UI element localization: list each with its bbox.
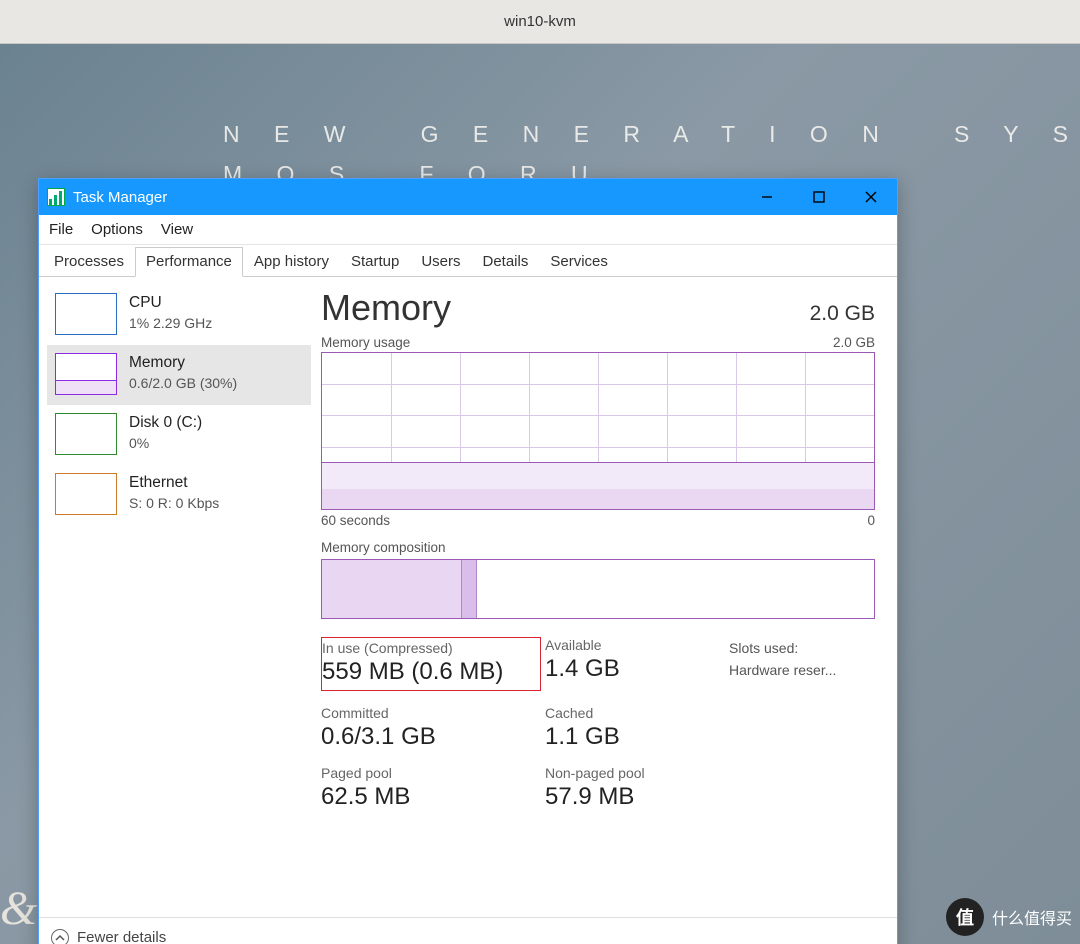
stat-value: 62.5 MB (321, 783, 541, 811)
menu-view[interactable]: View (161, 221, 193, 238)
tab-users[interactable]: Users (410, 247, 471, 276)
stat-label: In use (Compressed) (322, 640, 534, 656)
stat-label: Committed (321, 705, 541, 721)
memory-usage-chart[interactable] (321, 352, 875, 510)
memory-stats: In use (Compressed) 559 MB (0.6 MB) Avai… (321, 637, 875, 811)
window-body: CPU 1% 2.29 GHz Memory 0.6/2.0 GB (30%) … (39, 277, 897, 917)
stat-value: 559 MB (0.6 MB) (322, 658, 534, 686)
cpu-thumbnail-icon (55, 293, 117, 335)
stat-cached: Cached 1.1 GB (545, 705, 725, 751)
sidebar-item-ethernet[interactable]: Ethernet S: 0 R: 0 Kbps (47, 465, 311, 525)
stat-label: Cached (545, 705, 725, 721)
sidebar: CPU 1% 2.29 GHz Memory 0.6/2.0 GB (30%) … (39, 277, 311, 917)
stat-slots: Slots used: Hardware reser... (729, 637, 875, 691)
stat-nonpaged: Non-paged pool 57.9 MB (545, 765, 725, 811)
usage-chart-label: Memory usage (321, 335, 410, 350)
sidebar-item-memory[interactable]: Memory 0.6/2.0 GB (30%) (47, 345, 311, 405)
stat-value: 1.4 GB (545, 655, 725, 683)
usage-fill-dark (322, 489, 874, 509)
task-manager-icon (47, 188, 65, 206)
stat-in-use: In use (Compressed) 559 MB (0.6 MB) (321, 637, 541, 691)
sidebar-item-cpu[interactable]: CPU 1% 2.29 GHz (47, 285, 311, 345)
sidebar-item-sub: 1% 2.29 GHz (129, 314, 212, 333)
composition-used (322, 560, 477, 618)
tab-app-history[interactable]: App history (243, 247, 340, 276)
watermark-icon: 值 (946, 898, 984, 936)
stat-label: Paged pool (321, 765, 541, 781)
sidebar-item-disk[interactable]: Disk 0 (C:) 0% (47, 405, 311, 465)
memory-total: 2.0 GB (810, 302, 875, 326)
stat-value: 1.1 GB (545, 723, 725, 751)
menu-options[interactable]: Options (91, 221, 143, 238)
window-controls (741, 179, 897, 215)
chevron-up-icon[interactable] (51, 929, 69, 944)
stat-paged: Paged pool 62.5 MB (321, 765, 541, 811)
composition-free (477, 560, 874, 618)
sidebar-item-label: CPU (129, 293, 212, 314)
window-title: Task Manager (73, 189, 167, 206)
watermark-text: 什么值得买 (992, 905, 1072, 929)
site-watermark: 值 什么值得买 (946, 898, 1072, 936)
desktop-background: N E W G E N E R A T I O N S Y S T M O S … (0, 44, 1080, 944)
axis-left: 60 seconds (321, 513, 390, 528)
stat-available: Available 1.4 GB (545, 637, 725, 691)
maximize-button[interactable] (793, 179, 845, 215)
sidebar-item-sub: 0.6/2.0 GB (30%) (129, 374, 237, 393)
stat-value: 57.9 MB (545, 783, 725, 811)
close-button[interactable] (845, 179, 897, 215)
fewer-details-link[interactable]: Fewer details (77, 929, 166, 944)
tab-performance[interactable]: Performance (135, 247, 243, 277)
memory-composition-chart[interactable] (321, 559, 875, 619)
tab-processes[interactable]: Processes (43, 247, 135, 276)
ethernet-thumbnail-icon (55, 473, 117, 515)
usage-chart-max: 2.0 GB (833, 335, 875, 350)
menu-bar: File Options View (39, 215, 897, 245)
main-panel: Memory 2.0 GB Memory usage 2.0 GB 6 (311, 277, 897, 917)
background-ampersand: & (0, 881, 37, 936)
host-titlebar: win10-kvm (0, 0, 1080, 44)
tab-strip: Processes Performance App history Startu… (39, 245, 897, 277)
tab-details[interactable]: Details (472, 247, 540, 276)
axis-right: 0 (867, 513, 875, 528)
sidebar-item-label: Ethernet (129, 473, 219, 494)
stat-label: Non-paged pool (545, 765, 725, 781)
stat-label: Slots used: (729, 637, 875, 659)
stat-committed: Committed 0.6/3.1 GB (321, 705, 541, 751)
stat-value: 0.6/3.1 GB (321, 723, 541, 751)
host-title: win10-kvm (504, 13, 576, 30)
tab-startup[interactable]: Startup (340, 247, 410, 276)
sidebar-item-sub: 0% (129, 434, 202, 453)
window-titlebar[interactable]: Task Manager (39, 179, 897, 215)
memory-thumbnail-icon (55, 353, 117, 395)
disk-thumbnail-icon (55, 413, 117, 455)
page-title: Memory (321, 287, 451, 329)
window-footer: Fewer details (39, 917, 897, 944)
stat-label: Hardware reser... (729, 659, 875, 681)
task-manager-window: Task Manager File Options View Processes… (38, 178, 898, 944)
sidebar-item-label: Memory (129, 353, 237, 374)
sidebar-item-label: Disk 0 (C:) (129, 413, 202, 434)
minimize-button[interactable] (741, 179, 793, 215)
composition-label: Memory composition (321, 540, 875, 555)
sidebar-item-sub: S: 0 R: 0 Kbps (129, 494, 219, 513)
menu-file[interactable]: File (49, 221, 73, 238)
stat-label: Available (545, 637, 725, 653)
tab-services[interactable]: Services (539, 247, 619, 276)
